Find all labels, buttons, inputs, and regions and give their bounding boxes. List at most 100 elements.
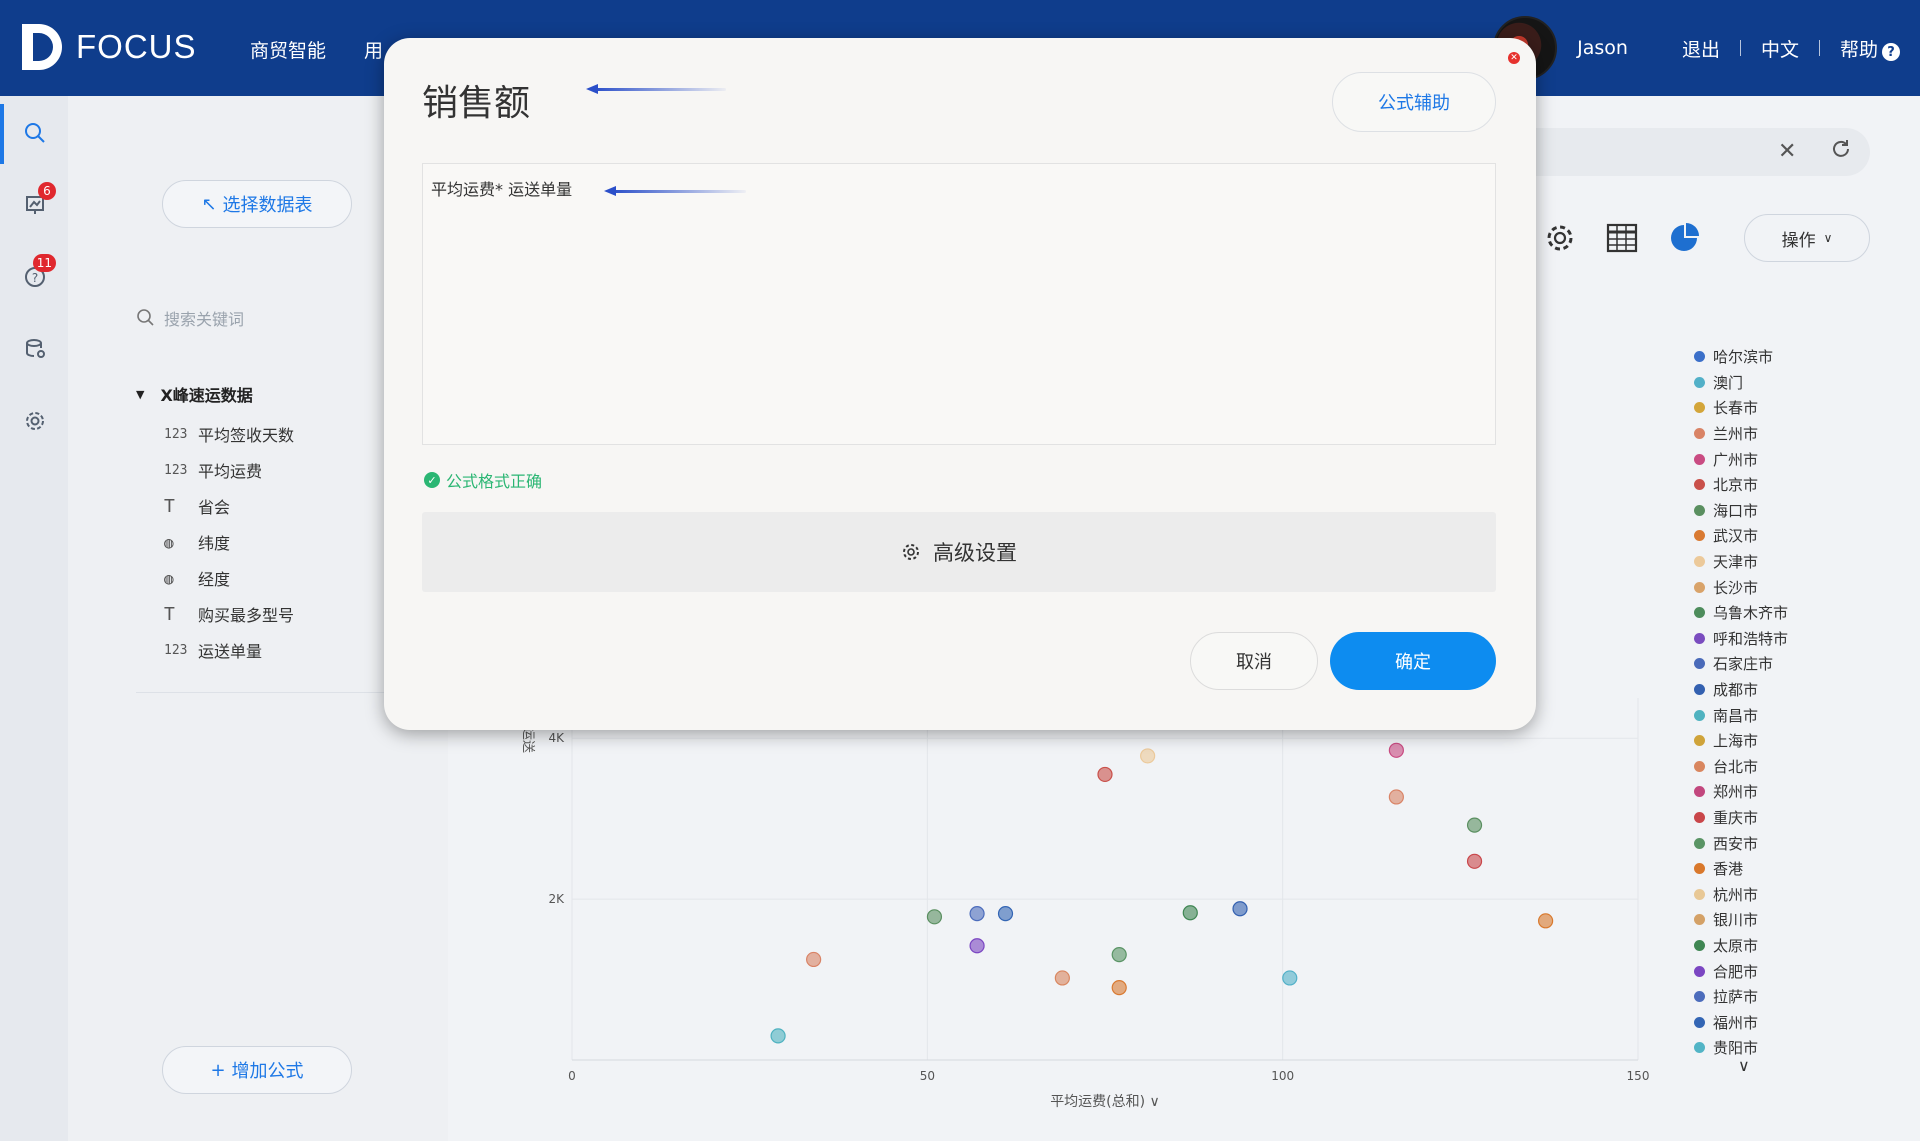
table-icon[interactable] [1606, 222, 1638, 262]
legend-item[interactable]: 长春市 [1694, 395, 1788, 421]
legend-label: 武汉市 [1713, 527, 1759, 546]
legend-item[interactable]: 澳门 [1694, 370, 1788, 396]
caret-down-icon: ▼ [136, 387, 145, 401]
legend-item[interactable]: 兰州市 [1694, 421, 1788, 447]
legend-item[interactable]: 台北市 [1694, 754, 1788, 780]
legend-item[interactable]: 天津市 [1694, 549, 1788, 575]
legend-label: 南昌市 [1713, 706, 1759, 725]
gear-icon[interactable] [20, 406, 50, 436]
legend-item[interactable]: 北京市 [1694, 472, 1788, 498]
field-item[interactable]: ◍ 经度 [164, 566, 230, 590]
divider [1818, 40, 1820, 56]
close-icon[interactable]: ✕ [1508, 52, 1520, 64]
legend-item[interactable]: 上海市 [1694, 728, 1788, 754]
field-label: 运送单量 [198, 642, 263, 661]
scatter-point [926, 909, 943, 925]
legend-item[interactable]: 长沙市 [1694, 574, 1788, 600]
legend-item[interactable]: 福州市 [1694, 1009, 1788, 1035]
field-item[interactable]: T 购买最多型号 [164, 602, 294, 626]
nav-item-trade-intelligence[interactable]: 商贸智能 [250, 36, 326, 63]
scatter-point [969, 905, 985, 922]
scatter-point [806, 951, 822, 968]
legend-item[interactable]: 拉萨市 [1694, 984, 1788, 1010]
refresh-icon[interactable] [1830, 138, 1852, 166]
legend-item[interactable]: 呼和浩特市 [1694, 626, 1788, 652]
x-axis-label: 平均运费(总和) ∨ [1050, 1094, 1160, 1110]
legend-item[interactable]: 郑州市 [1694, 779, 1788, 805]
legend-item[interactable]: 合肥市 [1694, 958, 1788, 984]
field-item[interactable]: 123 平均运费 [164, 458, 262, 482]
legend-item[interactable]: 海口市 [1694, 498, 1788, 524]
legend-item[interactable]: 香港 [1694, 856, 1788, 882]
dialog-title: 销售额 [422, 83, 531, 124]
legend-swatch [1694, 504, 1705, 516]
legend-item[interactable]: 武汉市 [1694, 523, 1788, 549]
status-text: 公式格式正确 [446, 472, 543, 491]
select-table-button[interactable]: ↖ 选择数据表 [162, 180, 352, 228]
table-tree-node[interactable]: ▼ X峰速运数据 [136, 382, 253, 406]
legend-item[interactable]: 重庆市 [1694, 805, 1788, 831]
legend-item[interactable]: 南昌市 [1694, 702, 1788, 728]
advanced-settings-label: 高级设置 [933, 541, 1017, 565]
legend-item[interactable]: 广州市 [1694, 446, 1788, 472]
language-link[interactable]: 中文 [1761, 35, 1799, 62]
geo-field-icon: ◍ [164, 568, 174, 588]
legend-swatch [1694, 760, 1705, 772]
chevron-down-icon: ∨ [1823, 231, 1833, 245]
alerts-icon[interactable]: 6 [20, 182, 56, 220]
operations-button[interactable]: 操作 ∨ [1744, 214, 1870, 262]
logout-link[interactable]: 退出 [1682, 35, 1720, 62]
help-link[interactable]: 帮助? [1840, 35, 1900, 62]
scatter-point [997, 905, 1014, 922]
field-item[interactable]: 123 运送单量 [164, 638, 262, 662]
legend-item[interactable]: 银川市 [1694, 907, 1788, 933]
field-label: 购买最多型号 [198, 606, 295, 625]
field-item[interactable]: 123 平均签收天数 [164, 422, 294, 446]
legend-item[interactable]: 哈尔滨市 [1694, 344, 1788, 370]
legend-swatch [1694, 939, 1705, 951]
legend-item[interactable]: 成都市 [1694, 677, 1788, 703]
question-icon[interactable]: ? 11 [20, 254, 56, 292]
scatter-point [1232, 901, 1248, 917]
numeric-field-icon: 123 [164, 642, 188, 658]
legend-item[interactable]: 乌鲁木齐市 [1694, 600, 1788, 626]
annotation-arrow [604, 186, 746, 196]
legend-item[interactable]: 西安市 [1694, 830, 1788, 856]
legend-swatch [1694, 709, 1705, 721]
scatter-point [1054, 970, 1070, 986]
x-tick-label: 100 [1271, 1069, 1294, 1083]
add-formula-button[interactable]: + 增加公式 [162, 1046, 352, 1094]
legend-swatch [1694, 556, 1705, 568]
divider [1739, 40, 1741, 56]
legend-swatch [1694, 863, 1705, 875]
chevron-down-icon[interactable]: ∨ [1738, 1056, 1750, 1075]
pie-chart-icon[interactable] [1668, 222, 1700, 262]
legend-swatch [1694, 402, 1705, 414]
y-axis-label: 运送 [520, 727, 535, 753]
legend-swatch [1694, 811, 1705, 823]
clear-icon[interactable]: ✕ [1778, 139, 1796, 164]
cancel-button[interactable]: 取消 [1190, 632, 1318, 690]
field-item[interactable]: T 省会 [164, 494, 230, 518]
formula-helper-button[interactable]: 公式辅助 [1332, 72, 1496, 132]
legend-item[interactable]: 杭州市 [1694, 881, 1788, 907]
field-item[interactable]: ◍ 纬度 [164, 530, 230, 554]
legend-swatch [1694, 376, 1705, 388]
search-icon[interactable] [20, 118, 50, 148]
settings-icon[interactable] [1544, 222, 1576, 262]
legend-swatch [1694, 530, 1705, 542]
legend-label: 上海市 [1713, 732, 1759, 751]
legend-item[interactable]: 石家庄市 [1694, 651, 1788, 677]
advanced-settings-button[interactable]: 高级设置 [422, 512, 1496, 592]
username[interactable]: Jason [1577, 37, 1628, 59]
logo[interactable]: FOCUS [22, 24, 197, 70]
scatter-point [1388, 789, 1404, 805]
confirm-button[interactable]: 确定 [1330, 632, 1496, 690]
database-icon[interactable] [20, 334, 50, 364]
legend-item[interactable]: 太原市 [1694, 933, 1788, 959]
icon-sidebar: 6 ? 11 [0, 96, 68, 1141]
search-icon [137, 309, 154, 326]
formula-input[interactable]: 平均运费* 运送单量 [422, 163, 1496, 445]
nav-item-partial[interactable]: 用 [364, 36, 383, 63]
legend-swatch [1694, 965, 1705, 977]
